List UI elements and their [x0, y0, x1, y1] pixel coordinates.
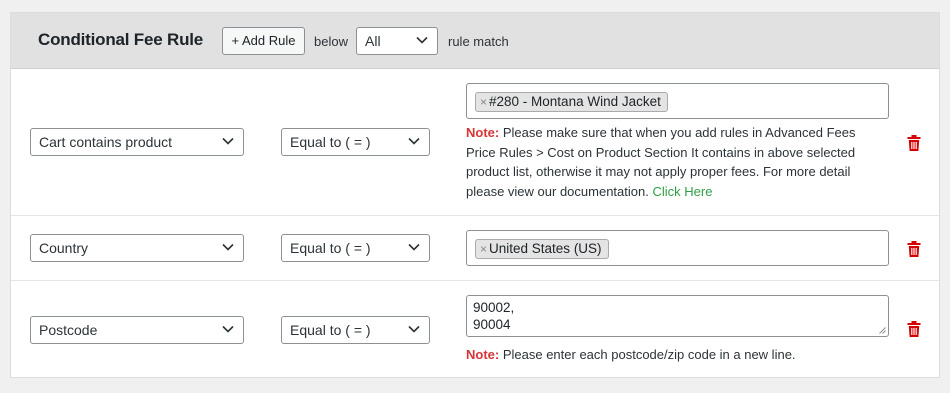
tag-label: #280 - Montana Wind Jacket: [489, 94, 661, 109]
condition-select[interactable]: Country: [30, 234, 244, 262]
condition-select-value: Country: [39, 240, 89, 256]
match-select[interactable]: All: [356, 27, 438, 55]
selected-tag: × #280 - Montana Wind Jacket: [475, 92, 668, 112]
chevron-down-icon: [408, 325, 420, 333]
row-divider: [11, 215, 939, 216]
resize-grip-icon[interactable]: [879, 327, 886, 334]
operator-select-value: Equal to ( = ): [290, 240, 371, 256]
trash-icon[interactable]: [907, 135, 921, 151]
condition-select[interactable]: Cart contains product: [30, 128, 244, 156]
operator-select[interactable]: Equal to ( = ): [281, 128, 430, 156]
remove-tag-icon[interactable]: ×: [480, 242, 487, 256]
operator-select-value: Equal to ( = ): [290, 134, 371, 150]
chevron-down-icon: [416, 36, 428, 44]
product-multiselect[interactable]: × #280 - Montana Wind Jacket: [466, 83, 889, 119]
below-label: below: [314, 34, 348, 49]
note-line: Please make sure that when you add rules…: [502, 125, 856, 140]
textarea-line: 90002,: [473, 300, 515, 315]
tag-label: United States (US): [489, 241, 602, 256]
chevron-down-icon: [222, 243, 234, 251]
note-line: product list, otherwise it may not apply…: [466, 164, 851, 179]
page-title: Conditional Fee Rule: [38, 30, 204, 49]
operator-select[interactable]: Equal to ( = ): [281, 316, 430, 344]
rule-match-label: rule match: [448, 34, 509, 49]
chevron-down-icon: [408, 243, 420, 251]
click-here-link[interactable]: Click Here: [652, 184, 712, 199]
textarea-line: 90004: [473, 317, 511, 332]
note-line: Price Rules > Cost on Product Section It…: [466, 144, 856, 160]
condition-select[interactable]: Postcode: [30, 316, 244, 344]
operator-select-value: Equal to ( = ): [290, 322, 371, 338]
chevron-down-icon: [222, 325, 234, 333]
condition-select-value: Postcode: [39, 322, 98, 338]
note-label: Note:: [466, 347, 500, 362]
row-divider: [11, 280, 939, 281]
selected-tag: × United States (US): [475, 239, 609, 259]
match-select-value: All: [365, 33, 381, 49]
trash-icon[interactable]: [907, 321, 921, 337]
country-multiselect[interactable]: × United States (US): [466, 230, 889, 266]
postcode-textarea[interactable]: 90002, 90004: [466, 295, 889, 337]
note-label: Note:: [466, 125, 500, 140]
chevron-down-icon: [222, 137, 234, 145]
product-note: Note: Please make sure that when you add…: [466, 123, 856, 201]
note-text: Please enter each postcode/zip code in a…: [502, 347, 796, 362]
note-line: please view our documentation.: [466, 183, 649, 199]
add-rule-button[interactable]: + Add Rule: [222, 27, 305, 55]
operator-select[interactable]: Equal to ( = ): [281, 234, 430, 262]
conditional-fee-panel: Conditional Fee Rule + Add Rule below Al…: [10, 12, 940, 378]
remove-tag-icon[interactable]: ×: [480, 95, 487, 109]
chevron-down-icon: [408, 137, 420, 145]
postcode-note: Note: Please enter each postcode/zip cod…: [466, 345, 796, 365]
panel-header: Conditional Fee Rule + Add Rule below Al…: [11, 13, 939, 69]
condition-select-value: Cart contains product: [39, 134, 173, 150]
trash-icon[interactable]: [907, 241, 921, 257]
